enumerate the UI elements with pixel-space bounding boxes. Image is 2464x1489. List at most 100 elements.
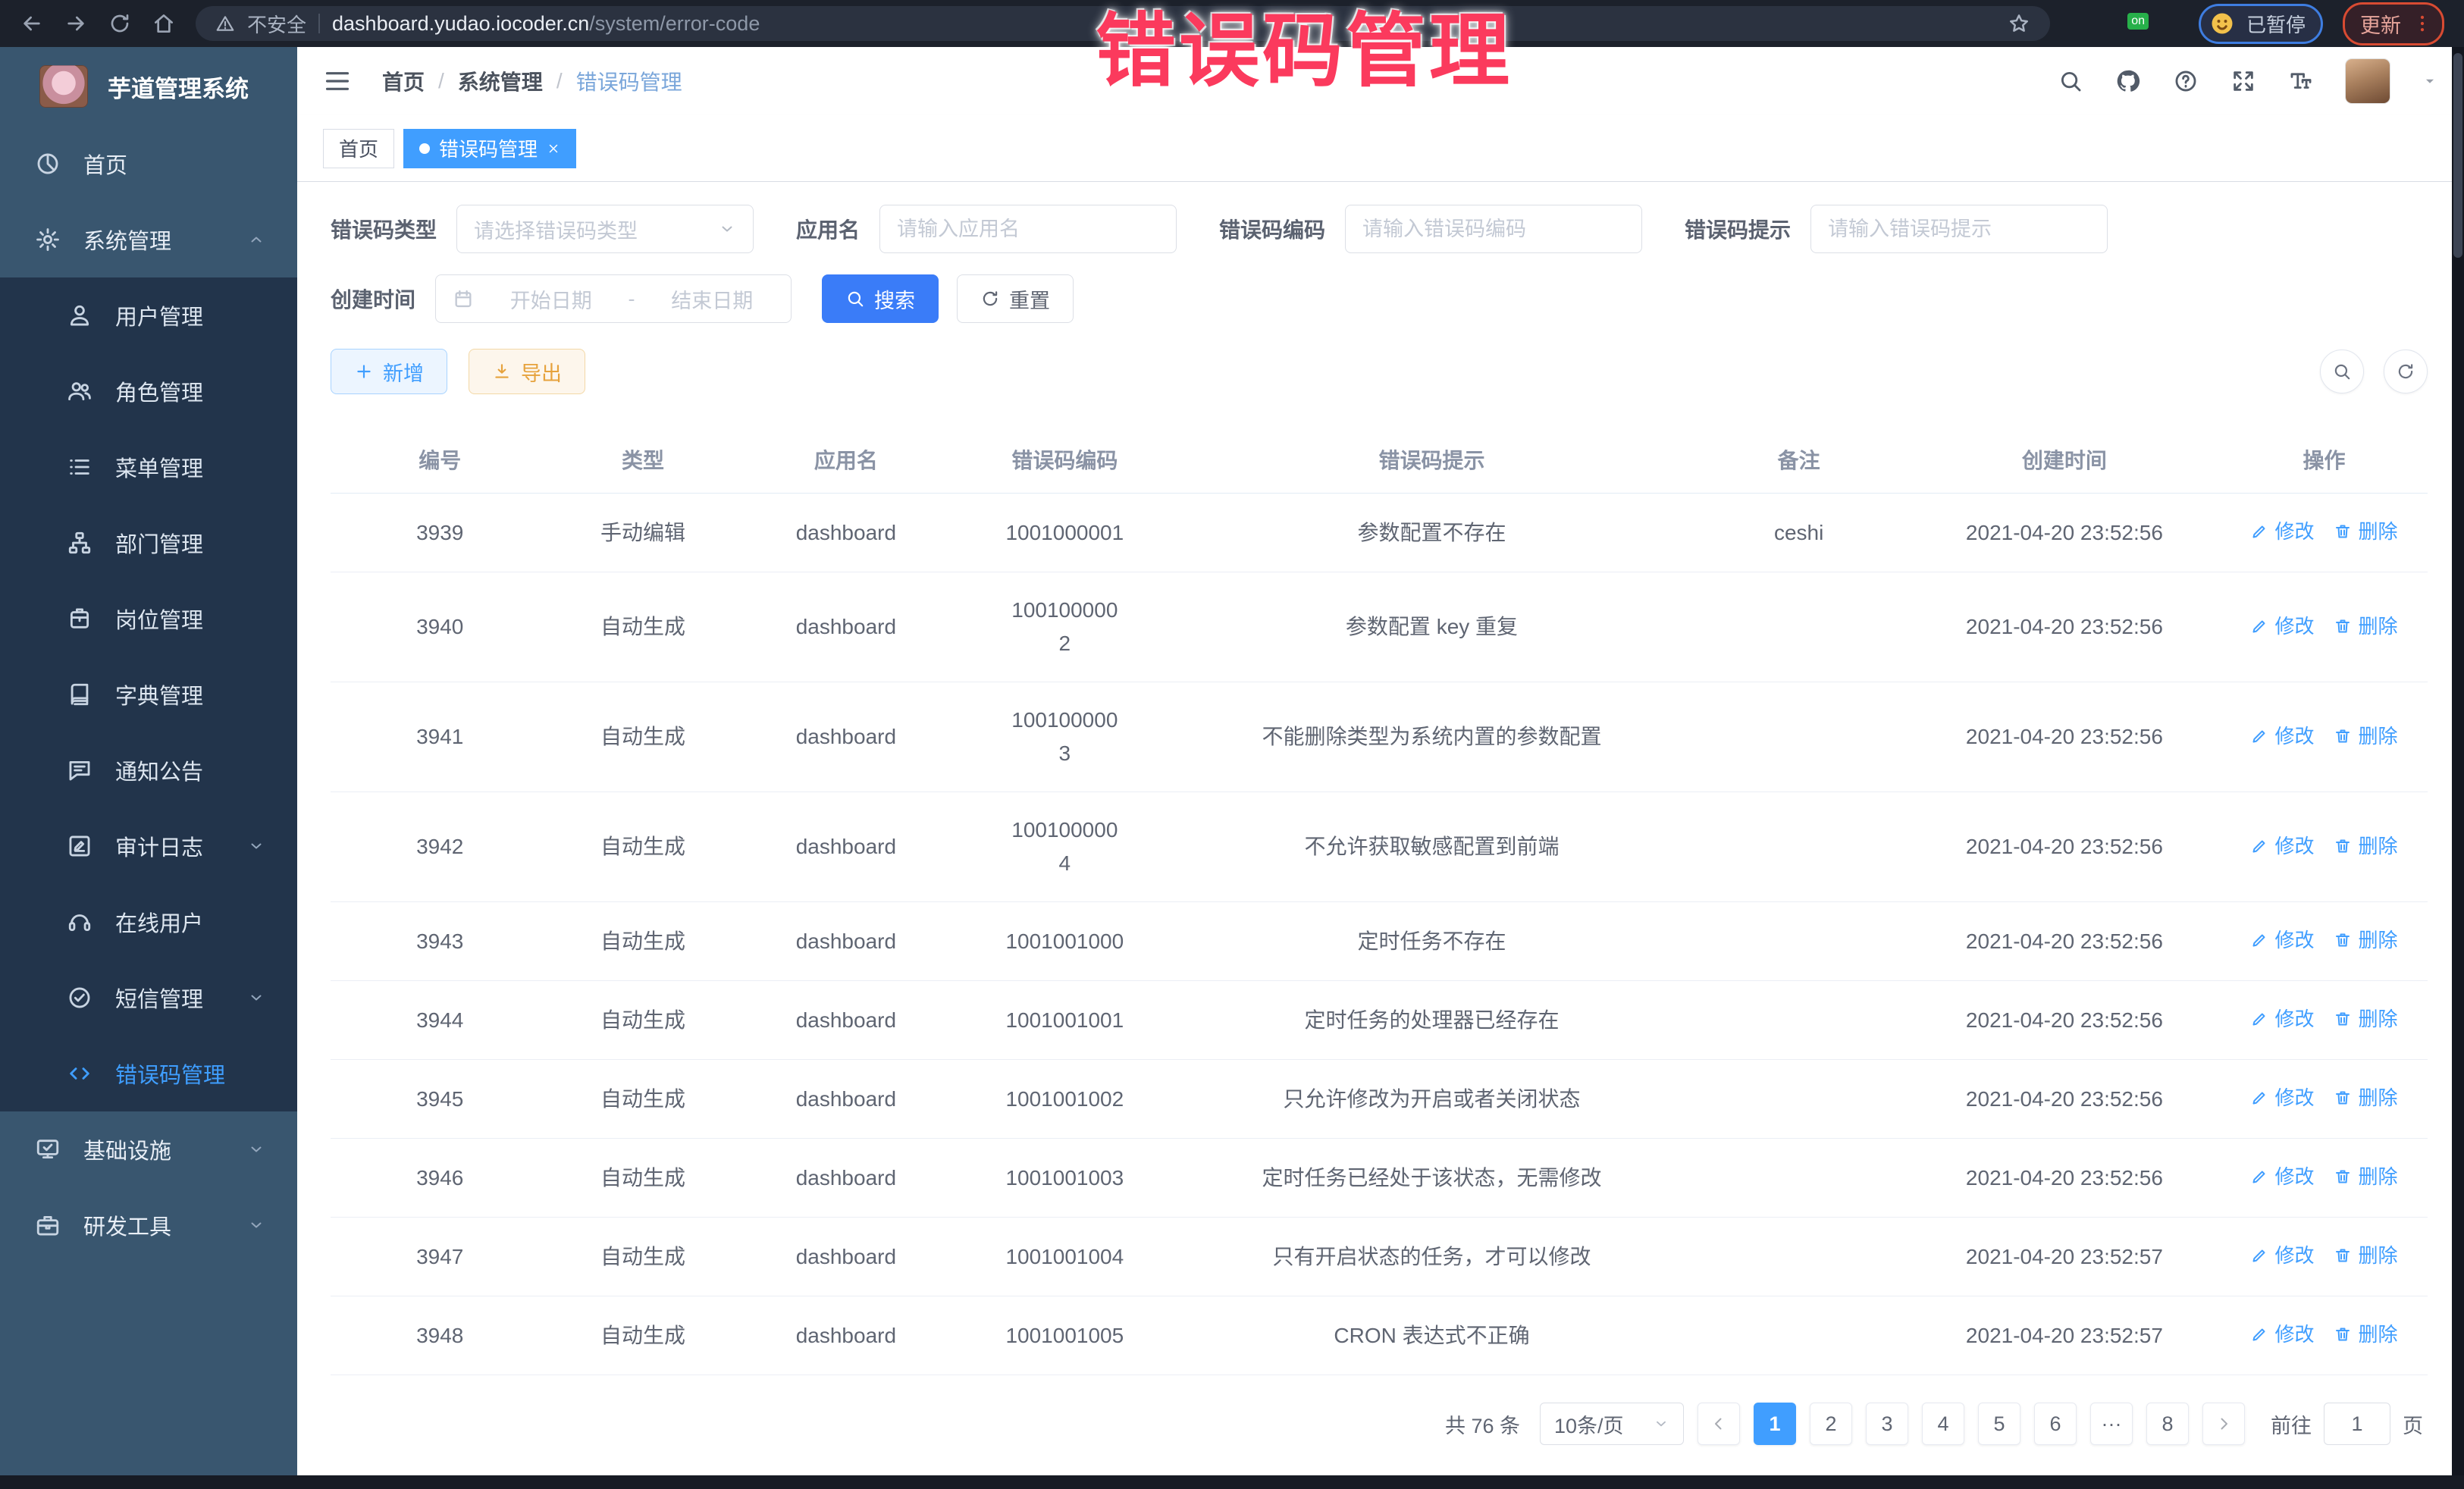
sidebar-item-角色管理[interactable]: 角色管理 (0, 353, 297, 429)
sidebar-item-短信管理[interactable]: 短信管理 (0, 960, 297, 1036)
edit-link[interactable]: 修改 (2250, 829, 2314, 863)
edit-link[interactable]: 修改 (2250, 719, 2314, 753)
add-button[interactable]: 新增 (331, 349, 447, 394)
end-date-placeholder[interactable]: 结束日期 (650, 284, 775, 314)
edit-link[interactable]: 修改 (2250, 1002, 2314, 1036)
sidebar-item-研发工具[interactable]: 研发工具 (0, 1187, 297, 1263)
sidebar-item-岗位管理[interactable]: 岗位管理 (0, 581, 297, 657)
user-avatar[interactable] (2346, 59, 2390, 103)
sidebar-collapse-icon[interactable] (323, 67, 352, 96)
sidebar-item-系统管理[interactable]: 系统管理 (0, 202, 297, 277)
chevron-up-icon (247, 230, 265, 249)
forward-icon[interactable] (64, 11, 88, 36)
tab-close-icon[interactable] (547, 142, 560, 155)
error-type-select[interactable]: 请选择错误码类型 (456, 205, 754, 253)
prev-page-button[interactable] (1698, 1403, 1740, 1445)
delete-link[interactable]: 删除 (2334, 1318, 2397, 1351)
cell-actions: 修改删除 (2221, 1218, 2428, 1296)
reload-icon[interactable] (108, 11, 132, 36)
page-button-3[interactable]: 3 (1866, 1403, 1908, 1445)
app-logo[interactable]: 芋道管理系统 (0, 47, 297, 126)
create-time-range-picker[interactable]: 开始日期 - 结束日期 (435, 274, 792, 323)
tab-error-code[interactable]: 错误码管理 (403, 129, 576, 168)
date-separator: - (629, 287, 635, 311)
github-icon[interactable] (2115, 68, 2141, 94)
error-code-input[interactable] (1362, 218, 1625, 241)
export-button[interactable]: 导出 (469, 349, 585, 394)
table-header-row: 编号类型应用名错误码编码错误码提示备注创建时间操作 (331, 426, 2428, 494)
delete-link[interactable]: 删除 (2334, 923, 2397, 957)
page-more-button[interactable]: ··· (2090, 1403, 2133, 1445)
help-icon[interactable] (2173, 68, 2199, 94)
page-scrollbar[interactable] (2452, 47, 2464, 1475)
home-icon[interactable] (152, 11, 176, 36)
page-button-4[interactable]: 4 (1922, 1403, 1964, 1445)
page-size-select[interactable]: 10条/页 (1540, 1403, 1684, 1445)
edit-link[interactable]: 修改 (2250, 515, 2314, 548)
browser-update-button[interactable]: 更新 (2343, 2, 2444, 45)
edit-link[interactable]: 修改 (2250, 1160, 2314, 1193)
delete-link[interactable]: 删除 (2334, 719, 2397, 753)
breadcrumb-separator: / (438, 69, 444, 93)
delete-link[interactable]: 删除 (2334, 610, 2397, 643)
sidebar-item-用户管理[interactable]: 用户管理 (0, 277, 297, 353)
sidebar-item-在线用户[interactable]: 在线用户 (0, 884, 297, 960)
toggle-search-button[interactable] (2320, 350, 2364, 393)
font-size-icon[interactable] (2288, 68, 2314, 94)
delete-link[interactable]: 删除 (2334, 1002, 2397, 1036)
user-menu-caret-icon[interactable] (2422, 73, 2438, 89)
search-button[interactable]: 搜索 (822, 274, 939, 323)
browser-menu-icon[interactable] (2412, 13, 2433, 34)
delete-link[interactable]: 删除 (2334, 829, 2397, 863)
table-row: 3940自动生成dashboard100100000 2参数配置 key 重复2… (331, 572, 2428, 682)
edit-link[interactable]: 修改 (2250, 1239, 2314, 1272)
scrollbar-thumb[interactable] (2453, 53, 2462, 258)
delete-link[interactable]: 删除 (2334, 1081, 2397, 1114)
sidebar-item-部门管理[interactable]: 部门管理 (0, 505, 297, 581)
sidebar-item-字典管理[interactable]: 字典管理 (0, 657, 297, 732)
goto-page-input[interactable] (2324, 1403, 2390, 1445)
edit-link[interactable]: 修改 (2250, 923, 2314, 957)
edit-link[interactable]: 修改 (2250, 1081, 2314, 1114)
column-header: 操作 (2221, 426, 2428, 494)
sidebar-menu: 首页系统管理用户管理角色管理菜单管理部门管理岗位管理字典管理通知公告审计日志在线… (0, 126, 297, 1263)
page-button-5[interactable]: 5 (1978, 1403, 2020, 1445)
cell-id: 3942 (331, 792, 549, 902)
delete-link[interactable]: 删除 (2334, 1239, 2397, 1272)
page-button-1[interactable]: 1 (1754, 1403, 1796, 1445)
page-button-6[interactable]: 6 (2034, 1403, 2077, 1445)
breadcrumb: 首页 / 系统管理 / 错误码管理 (382, 66, 682, 96)
sidebar-item-基础设施[interactable]: 基础设施 (0, 1111, 297, 1187)
sidebar-item-通知公告[interactable]: 通知公告 (0, 732, 297, 808)
header-search-icon[interactable] (2058, 68, 2083, 94)
sidebar-item-菜单管理[interactable]: 菜单管理 (0, 429, 297, 505)
start-date-placeholder[interactable]: 开始日期 (489, 284, 613, 314)
breadcrumb-home[interactable]: 首页 (382, 66, 425, 96)
cell-app: dashboard (737, 1139, 955, 1218)
delete-link[interactable]: 删除 (2334, 1160, 2397, 1193)
filter-error-hint: 错误码提示 (1685, 205, 2108, 253)
delete-icon (2334, 931, 2352, 949)
delete-link[interactable]: 删除 (2334, 515, 2397, 548)
error-hint-input[interactable] (1828, 218, 2090, 241)
sidebar-item-审计日志[interactable]: 审计日志 (0, 808, 297, 884)
cell-remark: ceshi (1689, 494, 1908, 572)
page-button-2[interactable]: 2 (1810, 1403, 1852, 1445)
page-button-8[interactable]: 8 (2146, 1403, 2189, 1445)
bookmark-star-icon[interactable] (2008, 12, 2030, 35)
breadcrumb-system[interactable]: 系统管理 (458, 66, 543, 96)
back-icon[interactable] (20, 11, 44, 36)
sidebar-item-错误码管理[interactable]: 错误码管理 (0, 1036, 297, 1111)
cell-remark (1689, 1139, 1908, 1218)
cell-code: 1001001004 (955, 1218, 1174, 1296)
edit-link[interactable]: 修改 (2250, 1318, 2314, 1351)
sidebar-item-首页[interactable]: 首页 (0, 126, 297, 202)
tab-home[interactable]: 首页 (323, 129, 394, 168)
profile-paused-badge[interactable]: 已暂停 (2199, 4, 2323, 44)
fullscreen-icon[interactable] (2230, 68, 2256, 94)
edit-link[interactable]: 修改 (2250, 610, 2314, 643)
app-name-input[interactable] (897, 218, 1159, 241)
reset-button[interactable]: 重置 (957, 274, 1074, 323)
next-page-button[interactable] (2202, 1403, 2245, 1445)
refresh-table-button[interactable] (2384, 350, 2428, 393)
